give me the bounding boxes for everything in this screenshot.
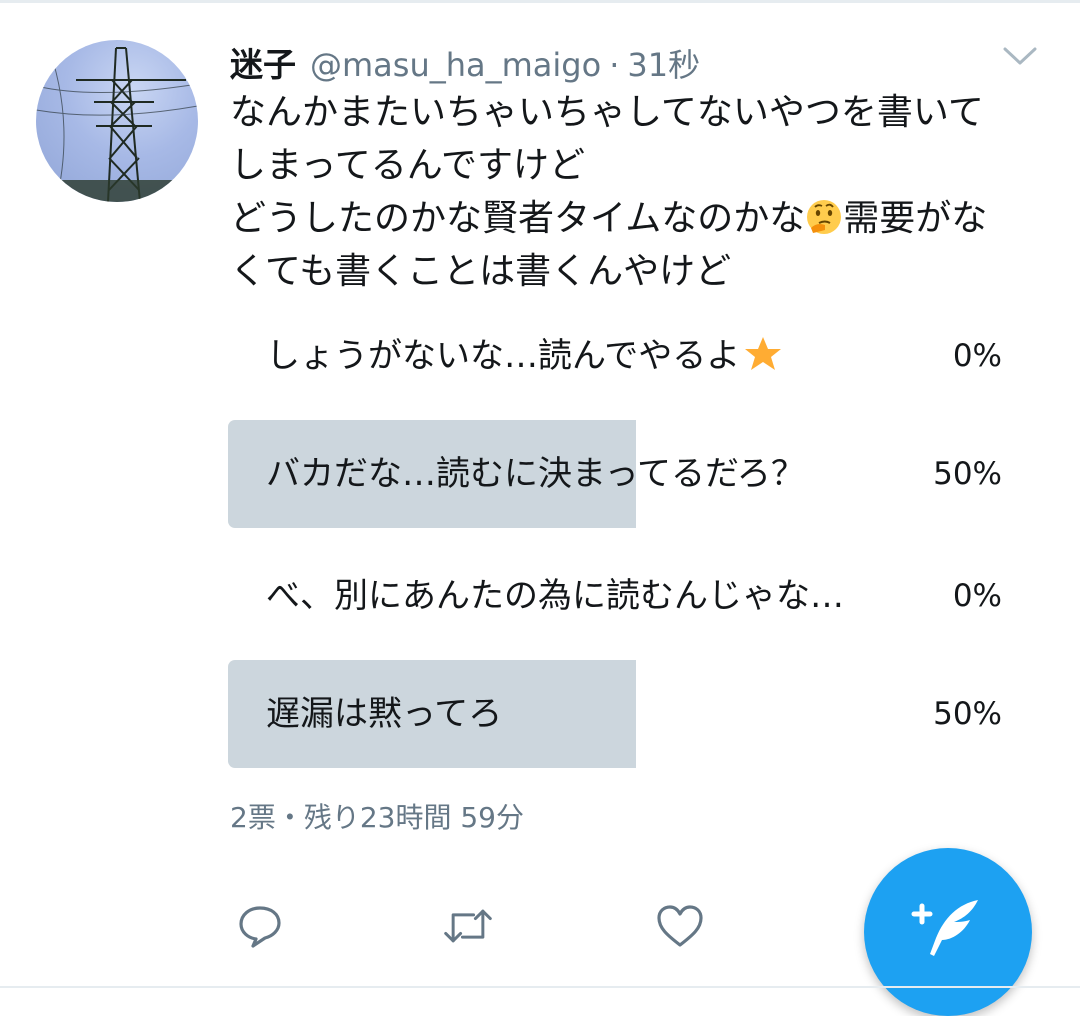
thinking-face-emoji-icon (805, 198, 843, 236)
poll-option-percent: 50% (933, 456, 1002, 492)
display-name[interactable]: 迷子 (230, 38, 296, 86)
poll-option-text: しょうがないな…読んでやるよ (266, 336, 741, 376)
poll-option-label: 遅漏は黙ってろ (266, 694, 503, 734)
tweet-text: なんかまたいちゃいちゃしてないやつを書いて しまってるんですけど どうしたのかな… (230, 86, 1060, 298)
poll-option[interactable]: しょうがないな…読んでやるよ 0% (228, 302, 1018, 410)
poll-option-percent: 50% (933, 696, 1002, 732)
star-emoji-icon (744, 308, 782, 370)
compose-tweet-icon (911, 900, 978, 956)
poll-option-label: バカだな…読むに決まってるだろ？ (266, 454, 805, 494)
user-handle[interactable]: @masu_ha_maigo (310, 46, 601, 84)
avatar[interactable] (36, 40, 198, 202)
poll-option[interactable]: べ、別にあんたの為に読むんじゃな… 0% (228, 542, 1018, 650)
timestamp[interactable]: 31秒 (627, 40, 700, 86)
tweet-text-segment: 需要がな (843, 198, 988, 239)
tweet-text-line: くても書くことは書くんやけど (230, 251, 732, 292)
poll-option[interactable]: バカだな…読むに決まってるだろ？ 50% (228, 420, 1018, 528)
tweet-text-line: どうしたのかな賢者タイムなのかな 需要がな (230, 192, 1060, 245)
poll-option-label: べ、別にあんたの為に読むんじゃな… (266, 576, 844, 616)
poll-option-label: しょうがないな…読んでやるよ (266, 302, 782, 410)
retweet-icon[interactable] (442, 900, 494, 952)
like-icon[interactable] (654, 900, 706, 952)
chevron-down-icon[interactable] (1000, 40, 1040, 72)
top-divider (0, 0, 1080, 3)
tweet-text-line: しまってるんですけど (230, 145, 585, 186)
tweet-header: 迷子 @masu_ha_maigo · 31秒 (230, 38, 700, 86)
compose-tweet-button[interactable] (864, 848, 1032, 1016)
separator-dot: · (609, 46, 620, 84)
reply-icon[interactable] (234, 900, 286, 952)
poll-option[interactable]: 遅漏は黙ってろ 50% (228, 660, 1018, 768)
poll-option-percent: 0% (952, 338, 1002, 374)
tweet-text-line: なんかまたいちゃいちゃしてないやつを書いて (230, 92, 984, 133)
poll-option-percent: 0% (952, 578, 1002, 614)
tweet-text-segment: どうしたのかな賢者タイムなのかな (230, 198, 806, 239)
poll-meta: 2票・残り23時間 59分 (230, 801, 524, 834)
